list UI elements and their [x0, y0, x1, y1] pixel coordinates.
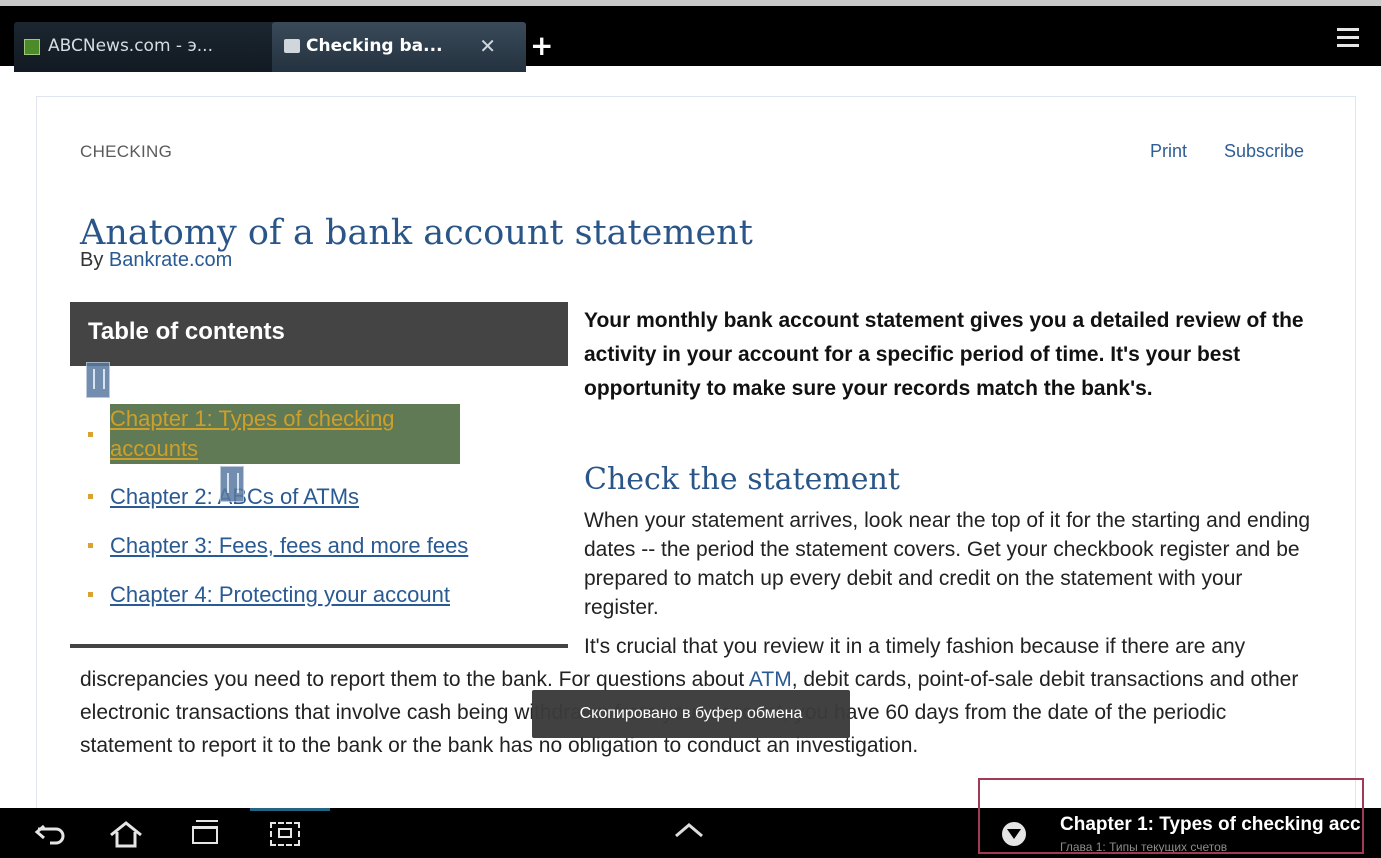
- toc-link-chapter-4[interactable]: Chapter 4: Protecting your account: [110, 580, 450, 610]
- toc-link-chapter-3[interactable]: Chapter 3: Fees, fees and more fees: [110, 531, 468, 561]
- bankrate-favicon-icon: [284, 39, 300, 53]
- article-lead: Your monthly bank account statement give…: [584, 309, 1304, 400]
- notification-title[interactable]: Chapter 1: Types of checking accounts: [1060, 814, 1360, 836]
- notification-app-icon: [1002, 822, 1026, 846]
- browser-tab-strip: ABCNews.com - э... Checking ba... ✕ +: [0, 0, 1381, 72]
- recents-icon[interactable]: [192, 820, 218, 844]
- subscribe-link[interactable]: Subscribe: [1224, 141, 1304, 162]
- byline: By Bankrate.com: [80, 249, 232, 272]
- bullet-icon: [88, 432, 93, 437]
- new-tab-button[interactable]: +: [530, 28, 553, 64]
- atm-link[interactable]: ATM: [749, 668, 792, 691]
- tab-label: ABCNews.com - э...: [48, 36, 213, 56]
- article-paragraph-1: When your statement arrives, look near t…: [584, 509, 1311, 619]
- selection-start-handle-icon[interactable]: [86, 362, 110, 398]
- notifications-chevron-icon[interactable]: [672, 820, 706, 840]
- menu-icon[interactable]: [1337, 28, 1359, 52]
- print-link[interactable]: Print: [1150, 141, 1187, 162]
- tab-label: Checking ba...: [306, 36, 443, 56]
- byline-author-link[interactable]: Bankrate.com: [109, 249, 232, 271]
- back-icon[interactable]: [34, 822, 68, 846]
- bullet-icon: [88, 494, 93, 499]
- byline-prefix: By: [80, 249, 104, 271]
- bullet-icon: [88, 592, 93, 597]
- screenshot-icon[interactable]: [270, 822, 300, 846]
- close-tab-icon[interactable]: ✕: [479, 22, 496, 70]
- tab-checking[interactable]: Checking ba... ✕: [272, 22, 526, 72]
- article-title: Anatomy of a bank account statement: [80, 213, 753, 254]
- toc-item[interactable]: Chapter 1: Types of checking accounts: [88, 404, 548, 466]
- bullet-icon: [88, 543, 93, 548]
- active-indicator: [250, 808, 330, 811]
- toc-link-chapter-1[interactable]: Chapter 1: Types of checking accounts: [110, 404, 460, 464]
- tab-abcnews[interactable]: ABCNews.com - э...: [14, 22, 276, 72]
- abcnews-favicon-icon: [24, 39, 40, 55]
- section-label: CHECKING: [80, 142, 173, 161]
- section-heading: Check the statement: [584, 462, 900, 497]
- home-icon[interactable]: [108, 820, 144, 848]
- system-navigation-bar: Chapter 1: Types of checking accounts Гл…: [0, 808, 1381, 858]
- toc-header: Table of contents: [70, 302, 568, 366]
- copied-to-clipboard-toast: Скопировано в буфер обмена: [532, 690, 850, 738]
- selection-end-handle-icon[interactable]: [220, 466, 244, 502]
- notification-subtitle: Глава 1: Типы текущих счетов: [1060, 840, 1228, 854]
